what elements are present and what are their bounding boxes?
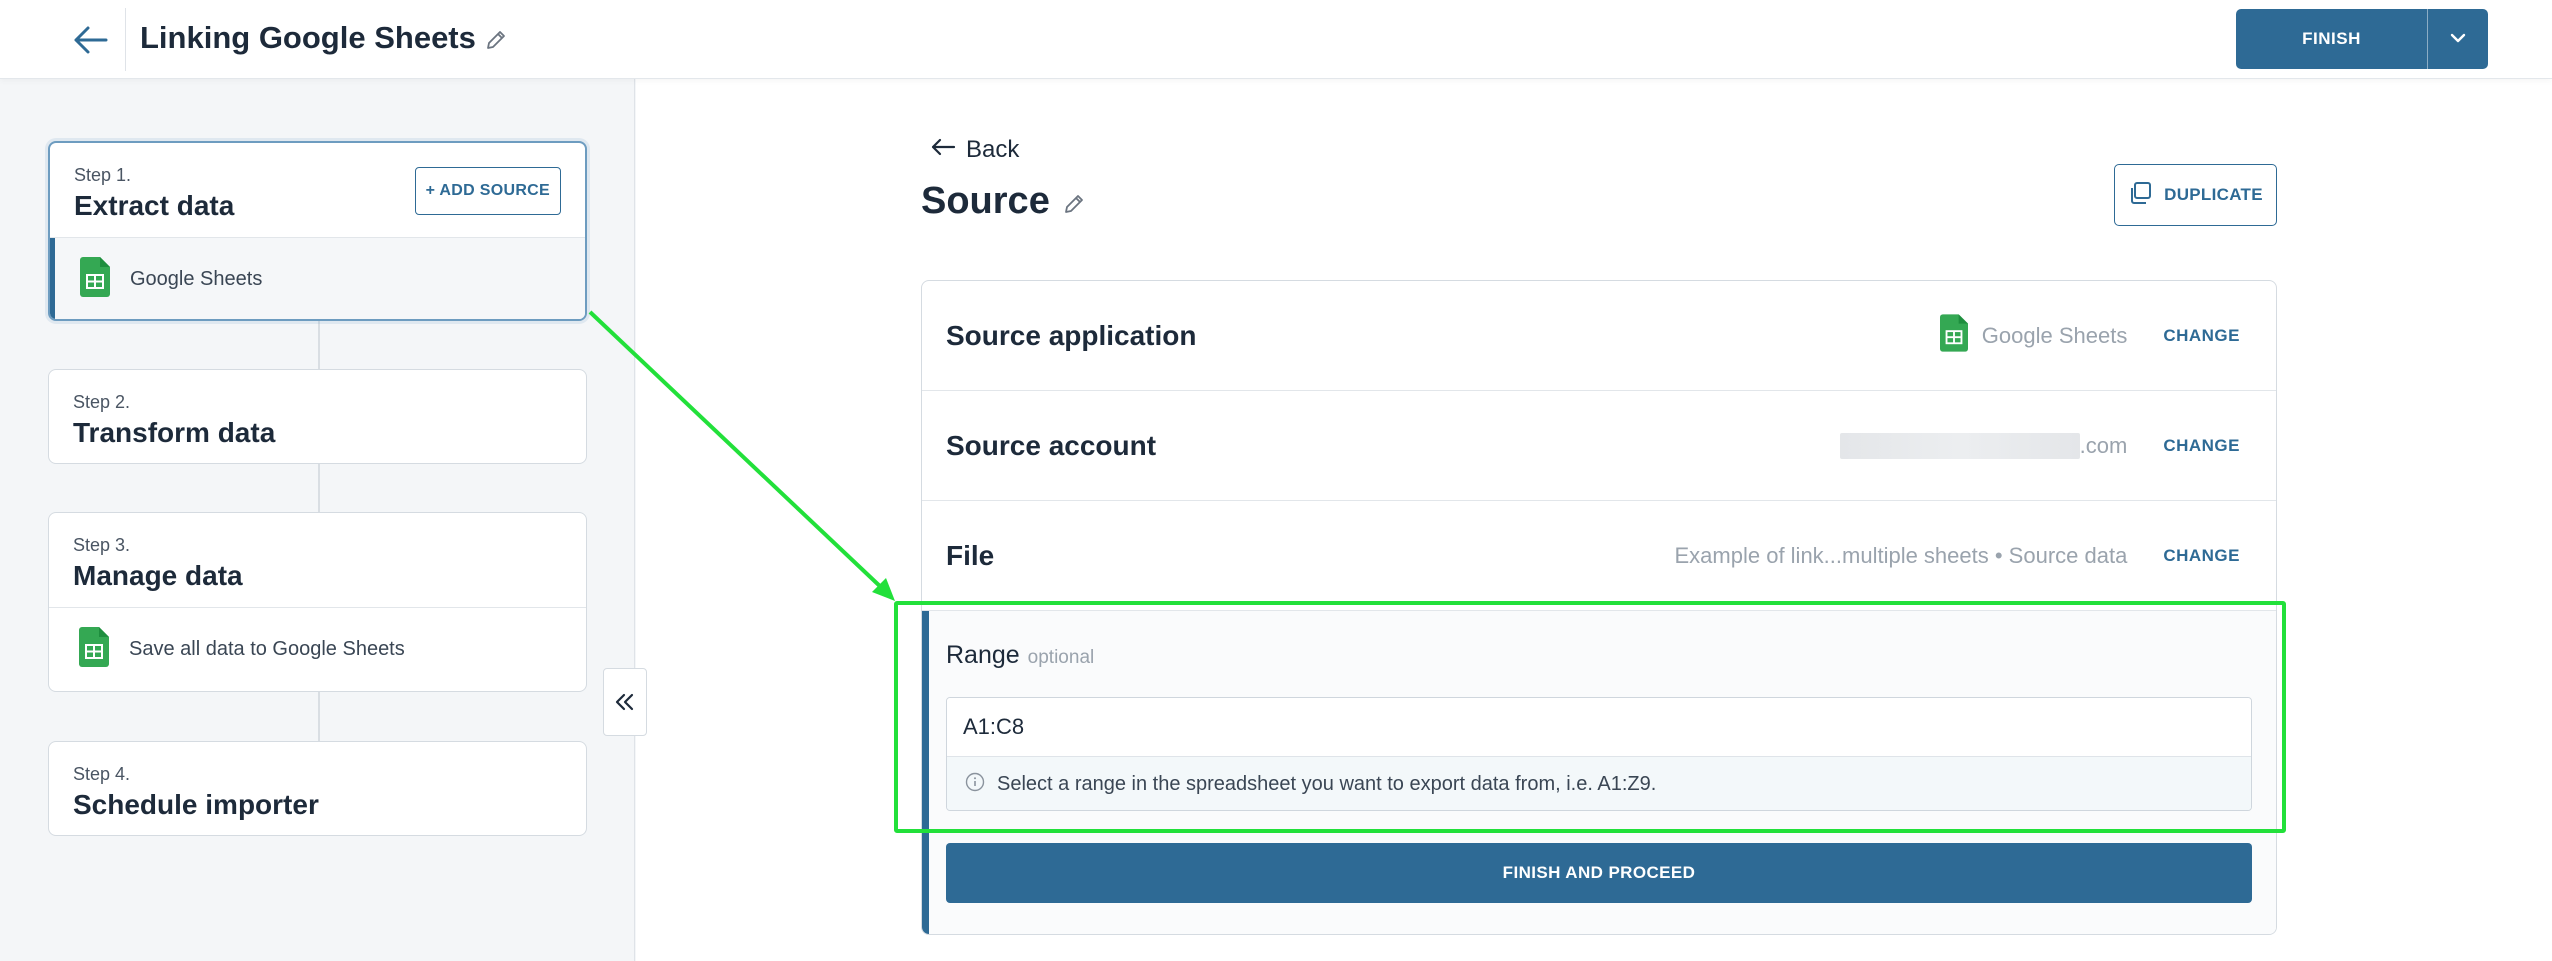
step-card-manage[interactable]: Step 3. Manage data Save all data to Goo… bbox=[48, 512, 587, 692]
range-field: Select a range in the spreadsheet you wa… bbox=[946, 697, 2252, 811]
finish-dropdown-button[interactable] bbox=[2428, 9, 2488, 69]
range-label: Range optional bbox=[946, 641, 1094, 670]
back-link[interactable]: Back bbox=[930, 136, 1019, 164]
range-hint: Select a range in the spreadsheet you wa… bbox=[947, 756, 2251, 810]
back-arrow-icon[interactable] bbox=[68, 18, 112, 62]
active-section-bar bbox=[922, 611, 929, 934]
add-source-button[interactable]: + ADD SOURCE bbox=[414, 167, 561, 215]
row-label: Source application bbox=[946, 319, 1197, 351]
step-item-label: Google Sheets bbox=[130, 268, 263, 290]
step-label: Step 4. bbox=[73, 764, 131, 784]
duplicate-icon bbox=[2128, 181, 2152, 210]
row-value-text: Google Sheets bbox=[1981, 322, 2128, 348]
header-divider bbox=[125, 8, 126, 71]
row-value: Example of link...multiple sheets • Sour… bbox=[1675, 543, 2128, 569]
change-account-button[interactable]: CHANGE bbox=[2163, 436, 2240, 456]
pencil-icon[interactable] bbox=[1058, 188, 1090, 220]
step-card-schedule[interactable]: Step 4. Schedule importer bbox=[48, 741, 587, 836]
row-value-text: Example of link...multiple sheets • Sour… bbox=[1674, 542, 2128, 568]
collapse-panel-button[interactable] bbox=[603, 668, 647, 736]
change-file-button[interactable]: CHANGE bbox=[2163, 546, 2240, 566]
chevron-down-icon bbox=[2450, 30, 2466, 48]
step-label: Step 2. bbox=[73, 392, 131, 412]
row-value-text: .com bbox=[2079, 432, 2128, 458]
back-link-label: Back bbox=[966, 136, 1020, 163]
row-label: Source account bbox=[946, 429, 1157, 461]
step-label: Step 3. bbox=[73, 535, 131, 555]
duplicate-button[interactable]: DUPLICATE bbox=[2114, 164, 2277, 226]
row-label: File bbox=[946, 539, 995, 571]
range-hint-text: Select a range in the spreadsheet you wa… bbox=[997, 773, 1657, 795]
range-input[interactable] bbox=[947, 698, 2251, 756]
top-header: Linking Google Sheets FINISH bbox=[0, 0, 2552, 79]
step-name: Schedule importer bbox=[73, 789, 319, 820]
range-section: Range optional Select a range in the spre… bbox=[922, 611, 2276, 934]
step-item-google-sheets[interactable]: Google Sheets bbox=[50, 237, 585, 319]
google-sheets-icon bbox=[80, 256, 110, 303]
redacted-account bbox=[1839, 432, 2080, 459]
step-connector bbox=[318, 319, 320, 369]
step-connector bbox=[318, 691, 320, 741]
step-item-save-sheets[interactable]: Save all data to Google Sheets bbox=[49, 607, 586, 691]
source-card: Source application Google Sheets CHANGE … bbox=[921, 280, 2277, 935]
optional-tag: optional bbox=[1027, 647, 1095, 668]
file-row: File Example of link...multiple sheets •… bbox=[922, 501, 2276, 611]
source-account-row: Source account .com CHANGE bbox=[922, 391, 2276, 501]
steps-panel: Step 1. Extract data + ADD SOURCE Google… bbox=[0, 79, 635, 961]
change-application-button[interactable]: CHANGE bbox=[2163, 326, 2240, 346]
step-card-transform[interactable]: Step 2. Transform data bbox=[48, 369, 587, 464]
google-sheets-icon bbox=[1939, 313, 1968, 358]
pencil-icon[interactable] bbox=[480, 24, 512, 56]
step-item-label: Save all data to Google Sheets bbox=[129, 638, 405, 660]
page-title: Linking Google Sheets bbox=[140, 20, 476, 55]
source-title: Source bbox=[921, 180, 1050, 222]
range-label-text: Range bbox=[946, 641, 1020, 669]
step-name: Manage data bbox=[73, 560, 243, 591]
duplicate-label: DUPLICATE bbox=[2164, 185, 2263, 204]
google-sheets-icon bbox=[79, 626, 109, 673]
source-application-row: Source application Google Sheets CHANGE bbox=[922, 281, 2276, 391]
row-value: .com bbox=[1839, 432, 2128, 459]
finish-button-group: FINISH bbox=[2236, 9, 2488, 69]
step-connector bbox=[318, 464, 320, 512]
finish-button[interactable]: FINISH bbox=[2236, 9, 2427, 69]
step-name: Transform data bbox=[73, 417, 276, 448]
info-icon bbox=[965, 772, 985, 798]
double-chevron-left-icon bbox=[615, 686, 635, 718]
back-arrow-icon bbox=[930, 136, 956, 164]
step-card-extract[interactable]: Step 1. Extract data + ADD SOURCE Google… bbox=[48, 141, 587, 321]
finish-and-proceed-button[interactable]: FINISH AND PROCEED bbox=[946, 843, 2252, 903]
row-value: Google Sheets bbox=[1939, 313, 2128, 358]
